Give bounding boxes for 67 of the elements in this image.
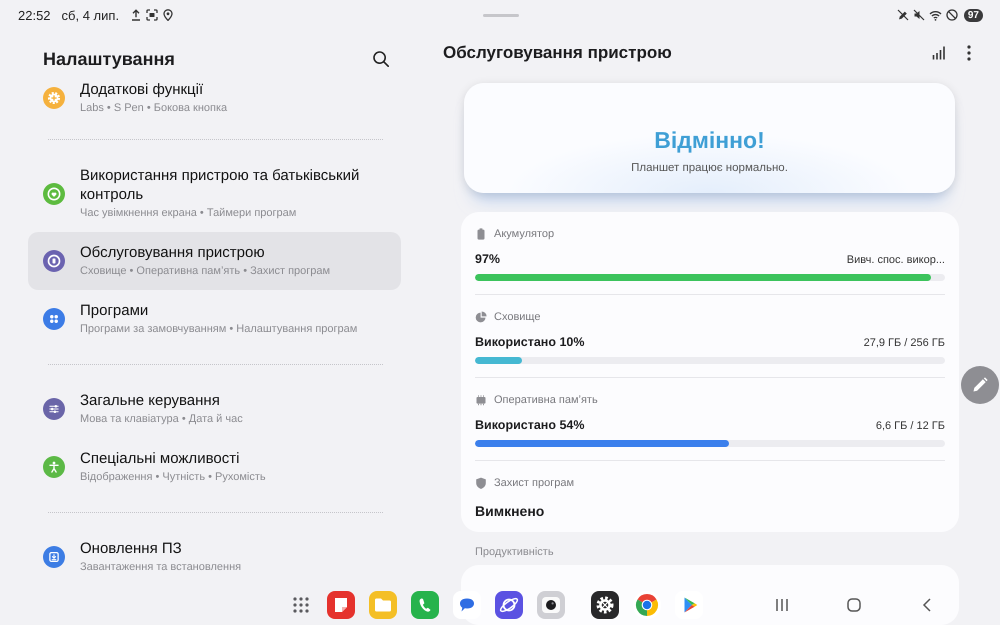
settings-item[interactable]: Загальне керування Мова та клавіатура • Дата й час <box>28 380 401 438</box>
settings-item[interactable]: Програми Програми за замовчуванням • Налаштування програм <box>28 290 401 348</box>
status-headline: Відмінно! <box>654 126 765 154</box>
settings-item[interactable]: Оновлення ПЗ Завантаження та встановлення <box>28 528 401 586</box>
item-title: Додаткові функції <box>80 80 204 99</box>
drag-handle[interactable] <box>482 14 518 16</box>
settings-item[interactable]: Додаткові функції Labs • S Pen • Бокова кнопка <box>28 80 401 123</box>
status-message: Планшет працює нормально. <box>631 162 788 174</box>
location-pin-icon <box>163 9 174 21</box>
camera-app-icon[interactable] <box>537 591 565 619</box>
status-value: Вимкнено <box>475 502 546 521</box>
stat-value: Використано 10% <box>475 335 584 349</box>
recent-apps-icon[interactable] <box>775 598 789 612</box>
more-options-icon[interactable] <box>967 45 971 61</box>
item-subtitle: Сховище • Оперативна пам’ять • Захист програм <box>80 264 330 279</box>
item-title: Обслуговування пристрою <box>80 243 266 262</box>
apps-grid-icon[interactable] <box>293 597 309 613</box>
stat-value: Використано 54% <box>475 418 584 432</box>
circle-slash-icon <box>946 9 958 21</box>
muted-speaker-icon <box>912 9 925 21</box>
shield-icon <box>475 477 487 489</box>
item-title: Програми <box>80 301 150 320</box>
stat-detail: 27,9 ГБ / 256 ГБ <box>864 337 945 349</box>
item-subtitle: Програми за замовчуванням • Налаштування програм <box>80 322 358 337</box>
section-label: Продуктивність <box>474 545 555 560</box>
battery-icon <box>475 228 487 240</box>
pencil-icon <box>972 377 988 393</box>
item-subtitle: Час увімкнення екрана • Таймери програм <box>80 206 298 221</box>
note-app-icon[interactable] <box>327 591 355 619</box>
stat-value: 97% <box>475 252 500 266</box>
edit-button[interactable] <box>961 366 999 404</box>
phone-app-icon[interactable] <box>411 591 439 619</box>
chip-icon <box>475 394 487 406</box>
page-title: Обслуговування пристрою <box>443 43 673 63</box>
stat-detail: Вивч. спос. викор... <box>846 254 945 266</box>
item-title: Спеціальні можливості <box>80 449 240 468</box>
settings-item[interactable]: Використання пристрою та батьківський контроль Час увімкнення екрана • Таймери програм <box>28 155 401 232</box>
clock: 22:52 <box>18 8 51 22</box>
pen-slash-icon <box>896 9 909 21</box>
back-icon[interactable] <box>922 598 930 612</box>
bar-chart-icon[interactable] <box>932 46 946 60</box>
upload-icon <box>131 9 142 21</box>
item-subtitle: Мова та клавіатура • Дата й час <box>80 412 243 427</box>
home-icon[interactable] <box>847 598 861 612</box>
stat-label: Захист програм <box>494 477 574 489</box>
item-subtitle: Labs • S Pen • Бокова кнопка <box>80 101 228 116</box>
planet-app-icon[interactable] <box>495 591 523 619</box>
frame-corners-icon <box>146 9 158 21</box>
item-subtitle: Відображення • Чутність • Рухомість <box>80 470 266 485</box>
stat-detail: 6,6 ГБ / 12 ГБ <box>876 420 945 432</box>
search-icon[interactable] <box>373 51 389 67</box>
pie-chart-icon <box>475 311 487 323</box>
settings-item[interactable]: Обслуговування пристрою Сховище • Оперативна пам’ять • Захист програм <box>28 232 401 290</box>
panel-title: Налаштування <box>43 48 175 70</box>
stat-label: Оперативна пам’ять <box>494 394 598 406</box>
settings-item[interactable]: Спеціальні можливості Відображення • Чутність • Рухомість <box>28 438 401 496</box>
wifi-icon <box>928 9 942 21</box>
item-title: Оновлення ПЗ <box>80 539 183 558</box>
item-title: Використання пристрою та батьківський контроль <box>80 166 360 204</box>
item-title: Загальне керування <box>80 391 221 410</box>
battery-indicator: 97 <box>964 8 983 22</box>
date: сб, 4 лип. <box>62 8 120 22</box>
stat-label: Сховище <box>494 311 540 323</box>
gear-app-icon[interactable] <box>591 591 619 619</box>
item-subtitle: Завантаження та встановлення <box>80 560 242 575</box>
tricolor-ring-app-icon[interactable] <box>633 591 661 619</box>
stat-label: Акумулятор <box>494 228 554 240</box>
